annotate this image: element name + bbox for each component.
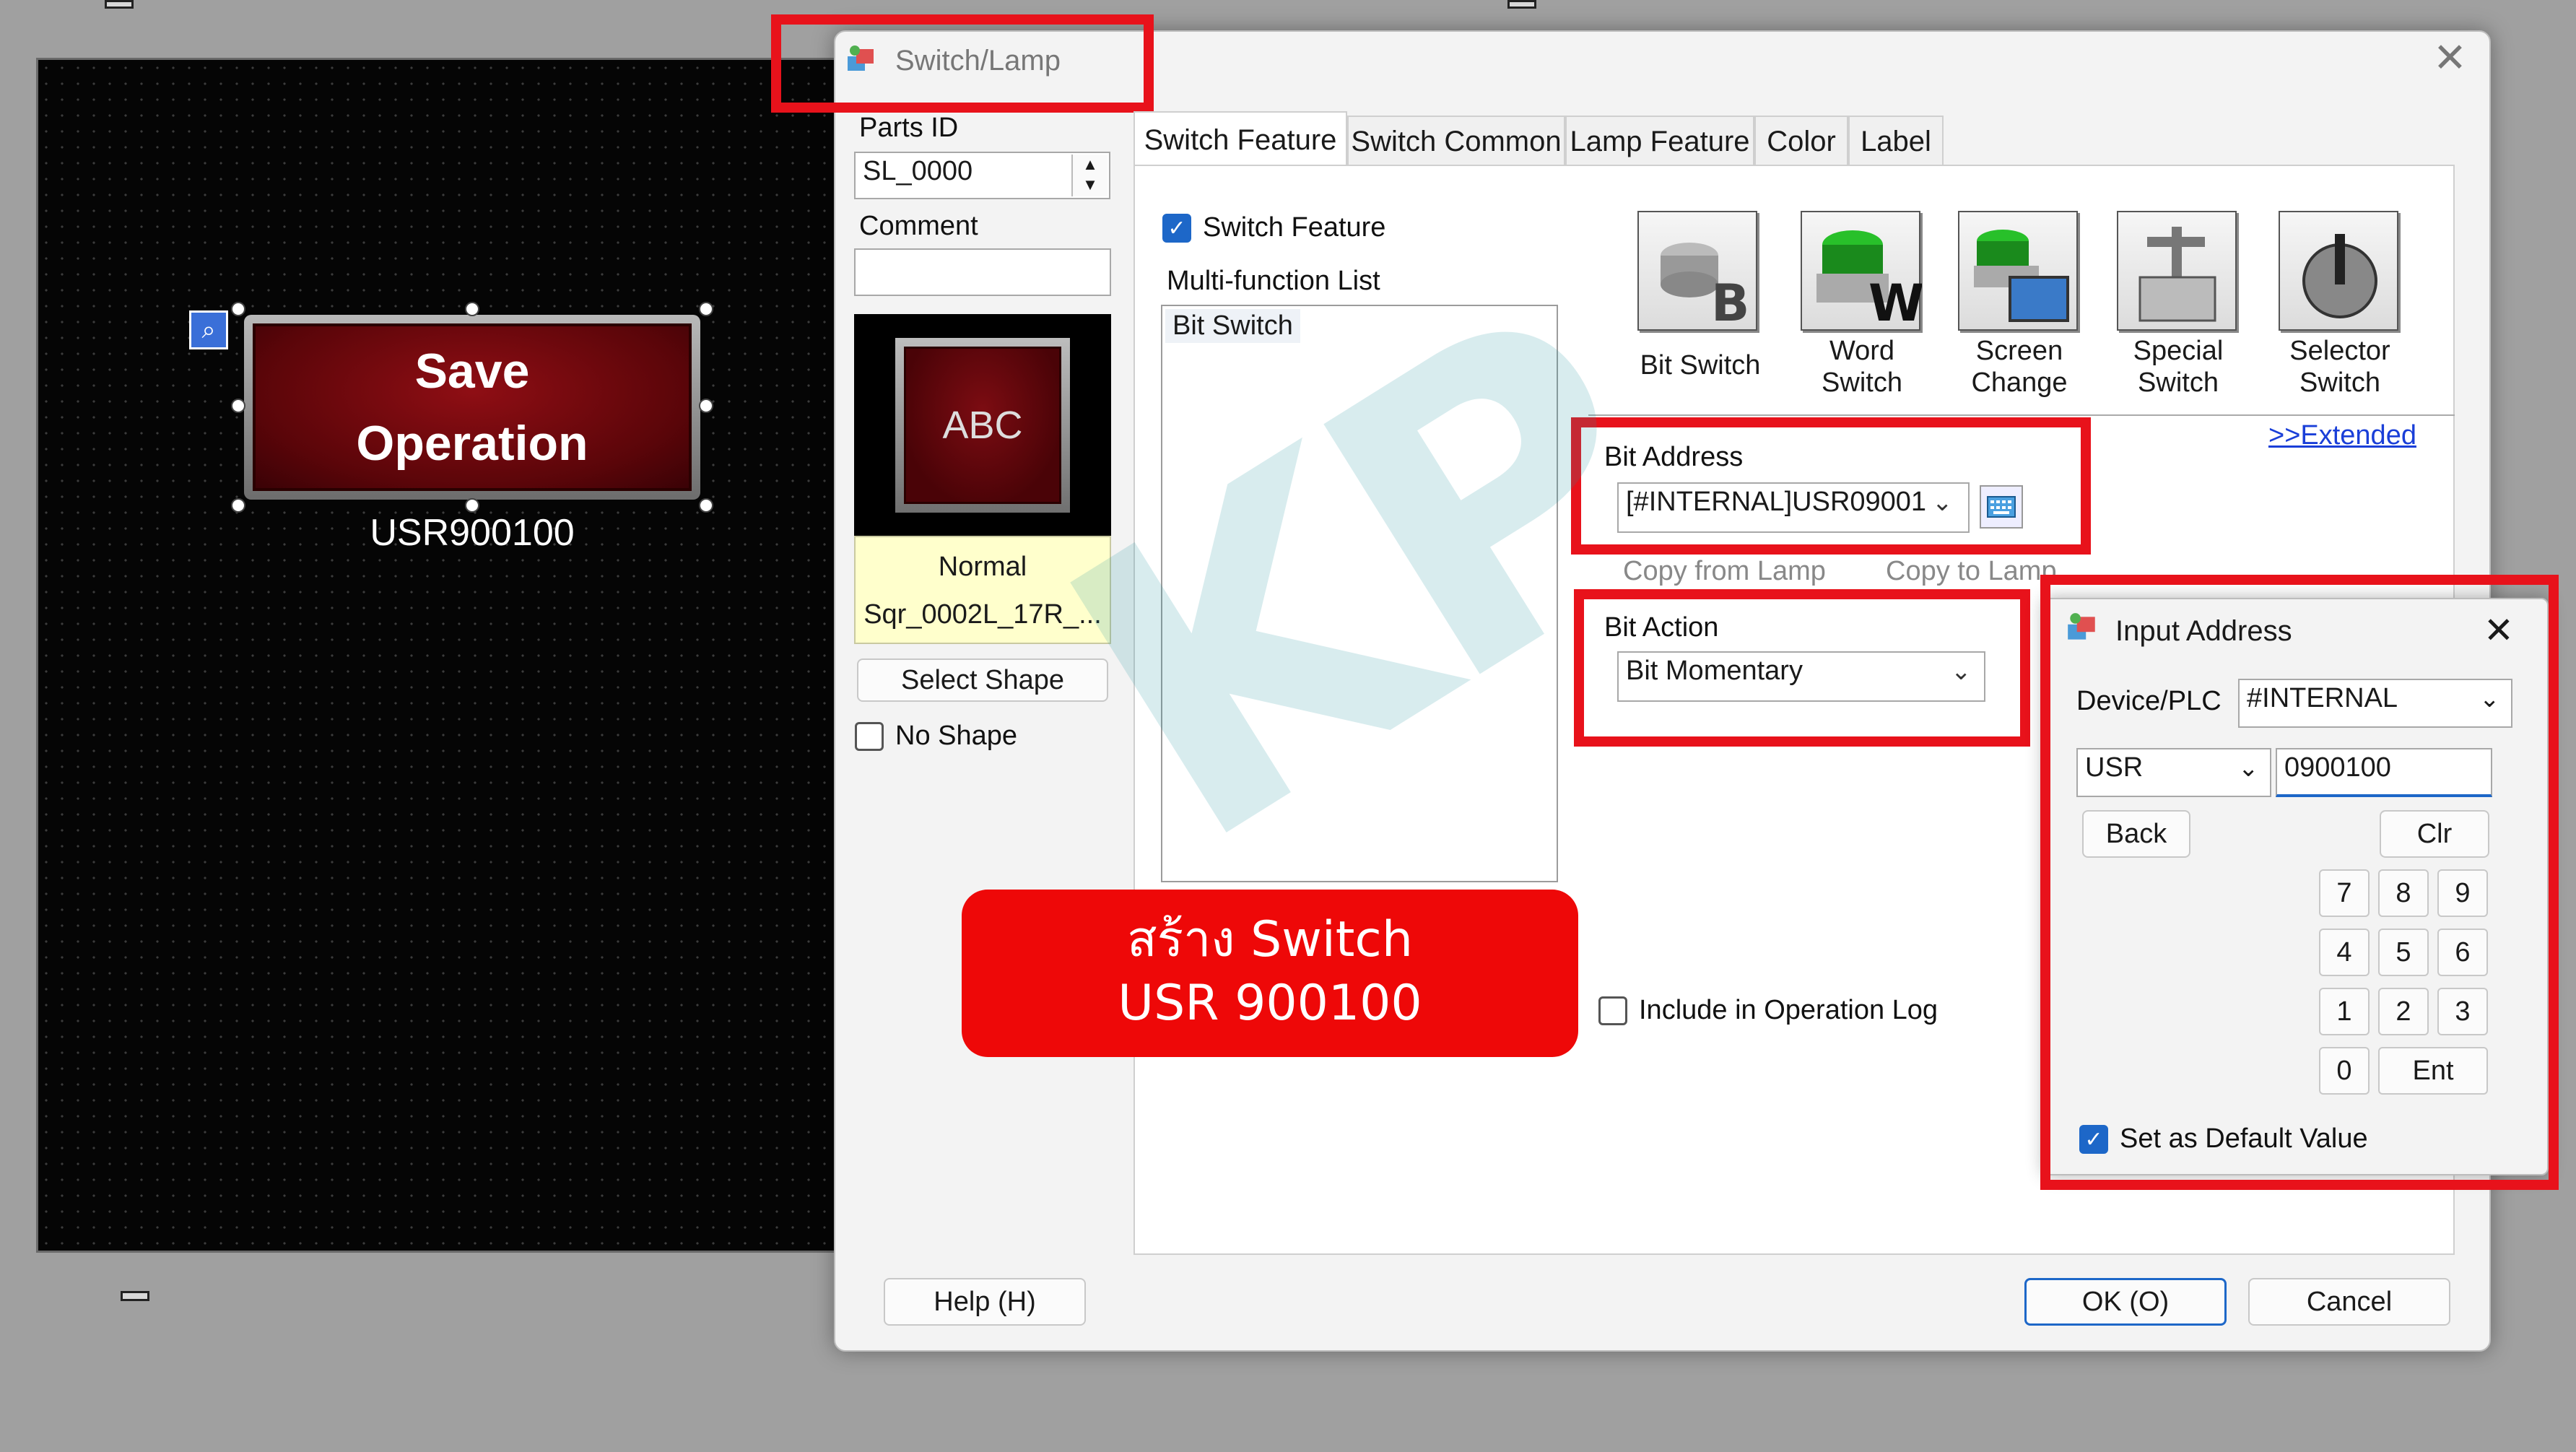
close-icon[interactable]: ✕ bbox=[2433, 38, 2467, 78]
no-shape-label: No Shape bbox=[895, 721, 1018, 751]
editor-canvas[interactable] bbox=[36, 58, 837, 1253]
special-switch-label: Special Switch bbox=[2133, 336, 2224, 398]
selection-handle[interactable] bbox=[231, 399, 245, 413]
no-shape-checkbox[interactable] bbox=[855, 722, 884, 751]
selection-handle[interactable] bbox=[699, 399, 713, 413]
multi-function-label: Multi-function List bbox=[1167, 266, 1380, 296]
comment-label: Comment bbox=[859, 211, 978, 241]
selection-handle[interactable] bbox=[465, 498, 479, 513]
highlight-box-input-address bbox=[2040, 575, 2559, 1190]
selection-handle[interactable] bbox=[231, 302, 245, 316]
include-log-checkbox[interactable] bbox=[1598, 996, 1627, 1025]
cancel-button[interactable]: Cancel bbox=[2248, 1278, 2450, 1326]
comment-field[interactable] bbox=[854, 248, 1111, 296]
resize-handle[interactable] bbox=[1507, 0, 1536, 9]
word-switch-icon[interactable]: W bbox=[1801, 211, 1924, 333]
switch-feature-label: Switch Feature bbox=[1203, 212, 1386, 243]
resize-handle[interactable] bbox=[121, 1291, 149, 1301]
copy-to-lamp-button[interactable]: Copy to Lamp bbox=[1886, 556, 2057, 587]
save-operation-switch[interactable]: Save Operation bbox=[244, 315, 700, 500]
selection-handle[interactable] bbox=[465, 302, 479, 316]
ok-button[interactable]: OK (O) bbox=[2024, 1278, 2227, 1326]
tab-switch-common[interactable]: Switch Common bbox=[1347, 116, 1565, 166]
selection-handle[interactable] bbox=[699, 302, 713, 316]
screen-change-icon[interactable] bbox=[1958, 211, 2078, 331]
tab-color[interactable]: Color bbox=[1754, 116, 1848, 166]
word-switch-label: Word Switch bbox=[1822, 336, 1902, 398]
bit-switch-label: Bit Switch bbox=[1640, 350, 1761, 381]
include-log-label: Include in Operation Log bbox=[1639, 995, 1938, 1025]
parts-id-spinner[interactable]: ▲ ▼ bbox=[1071, 155, 1108, 196]
resize-handle[interactable] bbox=[105, 0, 134, 9]
tab-label[interactable]: Label bbox=[1848, 116, 1944, 166]
tab-switch-feature[interactable]: Switch Feature bbox=[1133, 111, 1347, 168]
callout-text: สร้าง Switch USR 900100 bbox=[1118, 911, 1422, 1032]
tab-lamp-feature[interactable]: Lamp Feature bbox=[1565, 116, 1754, 166]
selection-handle[interactable] bbox=[231, 498, 245, 513]
preview-text: ABC bbox=[904, 347, 1061, 504]
list-item[interactable]: Bit Switch bbox=[1165, 309, 1300, 343]
callout-banner: สร้าง Switch USR 900100 bbox=[962, 890, 1578, 1057]
select-shape-button[interactable]: Select Shape bbox=[857, 658, 1108, 702]
selector-switch-label: Selector Switch bbox=[2289, 336, 2390, 398]
extended-link[interactable]: >>Extended bbox=[2268, 420, 2416, 451]
help-button[interactable]: Help (H) bbox=[884, 1278, 1086, 1326]
parts-id-label: Parts ID bbox=[859, 113, 959, 143]
svg-text:B: B bbox=[1711, 274, 1749, 332]
special-switch-icon[interactable] bbox=[2117, 211, 2237, 331]
selector-switch-icon[interactable] bbox=[2279, 211, 2398, 331]
preview-switch: ABC bbox=[895, 338, 1070, 513]
switch-feature-checkbox[interactable]: ✓ bbox=[1162, 214, 1191, 243]
highlight-box-title bbox=[771, 14, 1154, 113]
switch-address-label: USR900100 bbox=[370, 512, 575, 554]
bit-switch-icon[interactable]: B bbox=[1637, 211, 1757, 333]
svg-text:W: W bbox=[1868, 274, 1922, 332]
screen-change-label: Screen Change bbox=[1971, 336, 2068, 398]
save-operation-label: Save Operation bbox=[253, 323, 692, 491]
divider bbox=[1588, 414, 2455, 416]
selection-handle[interactable] bbox=[699, 498, 713, 513]
magnifier-icon[interactable]: ⌕ bbox=[189, 310, 228, 349]
